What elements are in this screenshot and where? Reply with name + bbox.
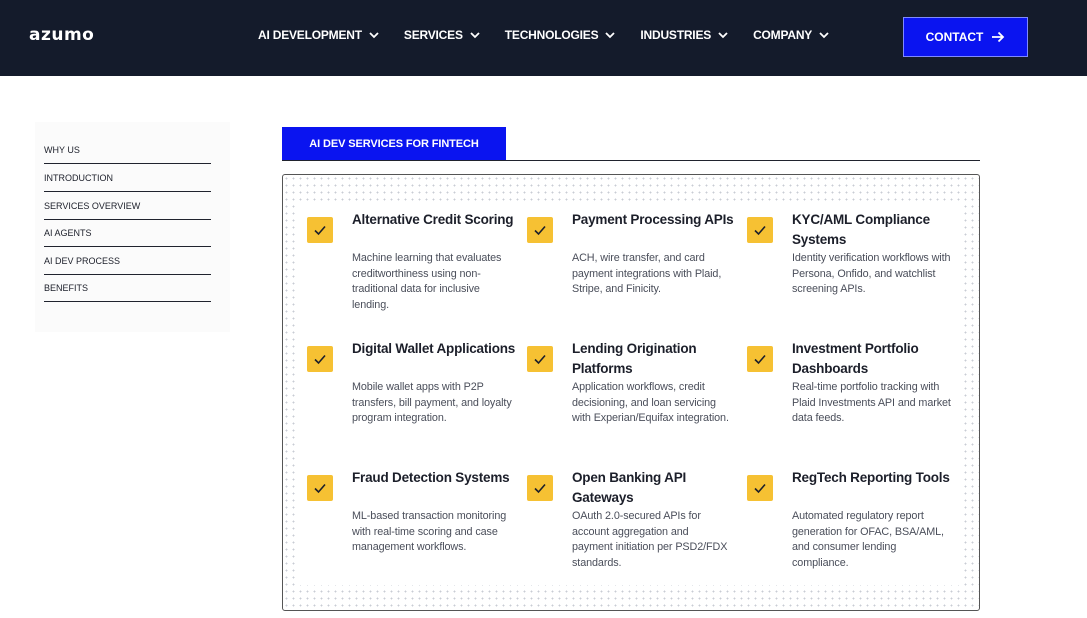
service-description: Application workflows, credit decisionin… bbox=[572, 381, 729, 424]
service-title: Alternative Credit Scoring bbox=[352, 212, 514, 227]
sidebar-item-ai-agents[interactable]: AI AGENTS bbox=[44, 219, 211, 247]
contact-label: CONTACT bbox=[925, 30, 984, 44]
top-navigation-bar: azumo AI DEVELOPMENT SERVICES TECHNOLOGI… bbox=[0, 0, 1087, 76]
checkmark-icon bbox=[307, 346, 333, 372]
service-title: RegTech Reporting Tools bbox=[792, 470, 950, 485]
nav-label: SERVICES bbox=[403, 28, 463, 42]
sidebar-item-why-us[interactable]: WHY US bbox=[44, 136, 211, 164]
service-description: Machine learning that evaluates creditwo… bbox=[352, 252, 502, 311]
services-grid: Alternative Credit Scoring Machine learn… bbox=[299, 201, 961, 585]
nav-ai-development[interactable]: AI DEVELOPMENT bbox=[258, 28, 380, 42]
tab-ai-dev-services-fintech[interactable]: AI DEV SERVICES FOR FINTECH bbox=[282, 127, 506, 160]
section-sidebar: WHY US INTRODUCTION SERVICES OVERVIEW AI… bbox=[35, 122, 230, 332]
sidebar-item-services-overview[interactable]: SERVICES OVERVIEW bbox=[44, 192, 211, 220]
nav-label: COMPANY bbox=[753, 28, 813, 42]
nav-company[interactable]: COMPANY bbox=[753, 28, 830, 42]
nav-services[interactable]: SERVICES bbox=[404, 28, 481, 42]
contact-button[interactable]: CONTACT bbox=[903, 17, 1028, 57]
service-description: OAuth 2.0-secured APIs for account aggre… bbox=[572, 510, 728, 569]
nav-label: AI DEVELOPMENT bbox=[258, 28, 362, 42]
chevron-down-icon bbox=[369, 32, 379, 39]
service-description: ML-based transaction monitoring with rea… bbox=[352, 510, 507, 553]
azumo-logo[interactable]: azumo bbox=[29, 25, 94, 45]
checkmark-icon bbox=[307, 217, 333, 243]
chevron-down-icon bbox=[605, 32, 616, 39]
checkmark-icon bbox=[747, 475, 773, 501]
service-description: ACH, wire transfer, and card payment int… bbox=[572, 252, 722, 295]
checkmark-icon bbox=[527, 217, 553, 243]
service-title: Lending Origination Platforms bbox=[572, 341, 697, 376]
service-title: Open Banking API Gateways bbox=[572, 470, 687, 505]
checkmark-icon bbox=[307, 475, 333, 501]
checkmark-icon bbox=[527, 475, 553, 501]
nav-label: INDUSTRIES bbox=[640, 28, 712, 42]
sidebar-item-benefits[interactable]: BENEFITS bbox=[44, 274, 211, 302]
nav-industries[interactable]: INDUSTRIES bbox=[640, 28, 729, 42]
sidebar-item-ai-dev-process[interactable]: AI DEV PROCESS bbox=[44, 247, 211, 275]
checkmark-icon bbox=[747, 346, 773, 372]
chevron-down-icon bbox=[819, 32, 829, 39]
arrow-right-icon bbox=[992, 31, 1005, 43]
service-title: Fraud Detection Systems bbox=[352, 470, 510, 485]
service-description: Automated regulatory report generation f… bbox=[792, 510, 944, 569]
main-nav: AI DEVELOPMENT SERVICES TECHNOLOGIES IND… bbox=[258, 28, 854, 42]
sidebar-item-introduction[interactable]: INTRODUCTION bbox=[44, 164, 211, 192]
services-panel: Alternative Credit Scoring Machine learn… bbox=[282, 174, 980, 611]
nav-label: TECHNOLOGIES bbox=[504, 28, 599, 42]
checkmark-icon bbox=[527, 346, 553, 372]
chevron-down-icon bbox=[470, 32, 480, 39]
chevron-down-icon bbox=[718, 32, 728, 39]
service-description: Mobile wallet apps with P2P transfers, b… bbox=[352, 381, 512, 424]
service-title: Digital Wallet Applications bbox=[352, 341, 516, 356]
service-title: Investment Portfolio Dashboards bbox=[792, 341, 919, 376]
nav-technologies[interactable]: TECHNOLOGIES bbox=[505, 28, 617, 42]
tab-divider bbox=[282, 160, 980, 161]
service-title: Payment Processing APIs bbox=[572, 212, 734, 227]
service-title: KYC/AML Compliance Systems bbox=[792, 212, 930, 247]
service-description: Real-time portfolio tracking with Plaid … bbox=[792, 381, 951, 424]
checkmark-icon bbox=[747, 217, 773, 243]
service-description: Identity verification workflows with Per… bbox=[792, 252, 951, 295]
